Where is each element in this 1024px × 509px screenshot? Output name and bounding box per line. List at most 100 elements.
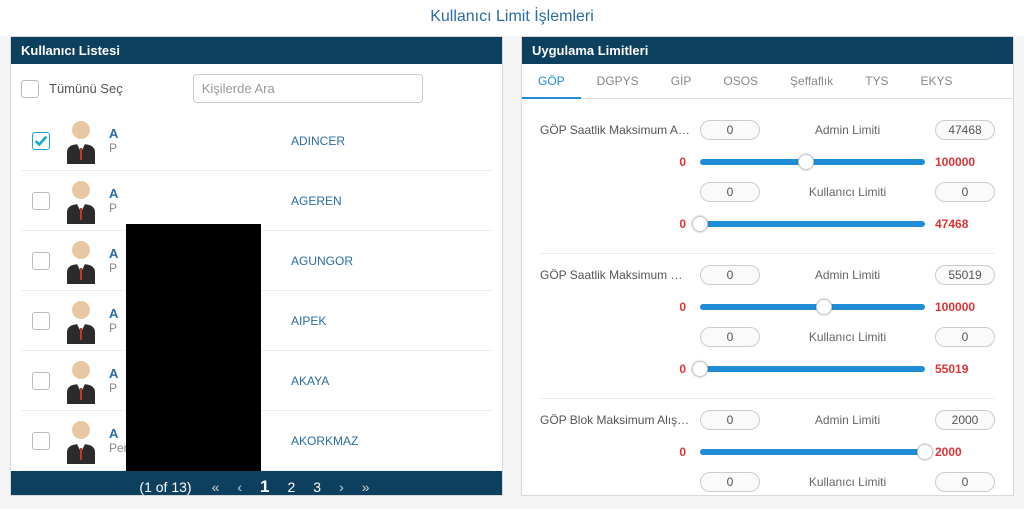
user-list-panel: Kullanıcı Listesi Tümünü Seç APADINCERAP… bbox=[10, 36, 503, 496]
limit-max-box[interactable]: 47468 bbox=[935, 120, 995, 140]
user-checkbox[interactable] bbox=[32, 192, 50, 210]
pager-next-icon[interactable]: › bbox=[335, 479, 348, 495]
limit-title: GÖP Saatlik Maksimum Sat… bbox=[540, 268, 690, 282]
user-name: A bbox=[109, 126, 251, 141]
limits-header: Uygulama Limitleri bbox=[522, 37, 1013, 64]
slider-track bbox=[700, 304, 925, 310]
user-checkbox[interactable] bbox=[32, 312, 50, 330]
user-code: AGUNGOR bbox=[251, 254, 353, 268]
limit-type-label: Kullanıcı Limiti bbox=[803, 330, 893, 344]
slider-thumb[interactable] bbox=[692, 216, 708, 232]
slider-thumb[interactable] bbox=[816, 299, 832, 315]
limit-min-box[interactable]: 0 bbox=[700, 410, 760, 430]
pager-page-1[interactable]: 1 bbox=[256, 477, 273, 496]
slider[interactable] bbox=[700, 217, 925, 231]
limit-min-box[interactable]: 0 bbox=[700, 120, 760, 140]
tab-şeffaflık[interactable]: Şeffaflık bbox=[774, 64, 849, 98]
limit-type-label: Admin Limiti bbox=[803, 123, 893, 137]
limit-type-label: Admin Limiti bbox=[803, 413, 893, 427]
slider[interactable] bbox=[700, 445, 925, 459]
tab-tys[interactable]: TYS bbox=[849, 64, 904, 98]
user-checkbox[interactable] bbox=[32, 252, 50, 270]
limits-body: GÖP Saatlik Maksimum Alış… 0 Admin Limiti 4… bbox=[522, 99, 1013, 495]
avatar-icon bbox=[61, 358, 101, 404]
slider-track bbox=[700, 449, 925, 455]
user-name: A bbox=[109, 186, 251, 201]
user-code: AGEREN bbox=[251, 194, 342, 208]
pager: (1 of 13) « ‹ 1 2 3 › » bbox=[11, 471, 502, 496]
search-wrapper bbox=[193, 74, 423, 103]
slider-thumb[interactable] bbox=[917, 444, 933, 460]
slider-thumb[interactable] bbox=[692, 361, 708, 377]
limits-panel: Uygulama Limitleri GÖPDGPYSGİPOSOSŞeffaf… bbox=[521, 36, 1014, 496]
limit-min-box[interactable]: 0 bbox=[700, 265, 760, 285]
slider[interactable] bbox=[700, 362, 925, 376]
avatar-icon bbox=[61, 298, 101, 344]
slider-max: 2000 bbox=[935, 445, 995, 459]
slider[interactable] bbox=[700, 300, 925, 314]
user-checkbox[interactable] bbox=[32, 132, 50, 150]
user-list: APADINCERAPAGERENAPAGUNGORAPAIPEKAPAKAYA… bbox=[21, 111, 492, 471]
pager-info: (1 of 13) bbox=[139, 479, 191, 495]
user-checkbox[interactable] bbox=[32, 372, 50, 390]
limit-max-box[interactable]: 0 bbox=[935, 327, 995, 347]
select-all-checkbox[interactable] bbox=[21, 80, 39, 98]
user-row: APAGEREN bbox=[21, 171, 492, 231]
user-row: APADINCER bbox=[21, 111, 492, 171]
user-code: ADINCER bbox=[251, 134, 345, 148]
slider-thumb[interactable] bbox=[798, 154, 814, 170]
avatar-icon bbox=[61, 118, 101, 164]
limit-min-box[interactable]: 0 bbox=[700, 327, 760, 347]
limit-max-box[interactable]: 2000 bbox=[935, 410, 995, 430]
redacted-block bbox=[126, 224, 261, 471]
page-title: Kullanıcı Limit İşlemleri bbox=[0, 0, 1024, 36]
pager-last-icon[interactable]: » bbox=[358, 479, 374, 495]
user-code: AKAYA bbox=[251, 374, 329, 388]
slider-track bbox=[700, 366, 925, 372]
user-code: AIPEK bbox=[251, 314, 326, 328]
avatar-icon bbox=[61, 238, 101, 284]
select-all-label: Tümünü Seç bbox=[49, 81, 123, 96]
search-input[interactable] bbox=[193, 74, 423, 103]
slider-min: 0 bbox=[540, 300, 690, 314]
tab-ekys[interactable]: EKYS bbox=[905, 64, 969, 98]
limit-max-box[interactable]: 0 bbox=[935, 472, 995, 492]
limit-type-label: Kullanıcı Limiti bbox=[803, 475, 893, 489]
user-code: AKORKMAZ bbox=[251, 434, 358, 448]
slider-max: 100000 bbox=[935, 155, 995, 169]
slider-max: 47468 bbox=[935, 217, 995, 231]
tab-dgpys[interactable]: DGPYS bbox=[581, 64, 655, 98]
limit-type-label: Admin Limiti bbox=[803, 268, 893, 282]
limit-group: GÖP Blok Maksimum Alış F… 0 Admin Limiti 20… bbox=[540, 399, 995, 495]
pager-page-3[interactable]: 3 bbox=[309, 479, 325, 495]
slider-track bbox=[700, 221, 925, 227]
tab-göp[interactable]: GÖP bbox=[522, 64, 581, 98]
user-role: P bbox=[109, 201, 251, 215]
limit-max-box[interactable]: 55019 bbox=[935, 265, 995, 285]
limit-title: GÖP Saatlik Maksimum Alış… bbox=[540, 123, 690, 137]
avatar-icon bbox=[61, 178, 101, 224]
pager-prev-icon[interactable]: ‹ bbox=[233, 479, 246, 495]
pager-page-2[interactable]: 2 bbox=[284, 479, 300, 495]
limit-min-box[interactable]: 0 bbox=[700, 472, 760, 492]
limit-title: GÖP Blok Maksimum Alış F… bbox=[540, 413, 690, 427]
slider-min: 0 bbox=[540, 155, 690, 169]
user-list-header: Kullanıcı Listesi bbox=[11, 37, 502, 64]
slider-min: 0 bbox=[540, 445, 690, 459]
slider-max: 100000 bbox=[935, 300, 995, 314]
limit-group: GÖP Saatlik Maksimum Sat… 0 Admin Limiti 55… bbox=[540, 254, 995, 399]
limit-min-box[interactable]: 0 bbox=[700, 182, 760, 202]
slider-min: 0 bbox=[540, 217, 690, 231]
tab-gi̇p[interactable]: GİP bbox=[655, 64, 708, 98]
user-role: P bbox=[109, 141, 251, 155]
slider-min: 0 bbox=[540, 362, 690, 376]
limit-type-label: Kullanıcı Limiti bbox=[803, 185, 893, 199]
limit-max-box[interactable]: 0 bbox=[935, 182, 995, 202]
tabs: GÖPDGPYSGİPOSOSŞeffaflıkTYSEKYS bbox=[522, 64, 1013, 99]
limit-group: GÖP Saatlik Maksimum Alış… 0 Admin Limiti 4… bbox=[540, 109, 995, 254]
slider[interactable] bbox=[700, 155, 925, 169]
avatar-icon bbox=[61, 418, 101, 464]
user-checkbox[interactable] bbox=[32, 432, 50, 450]
tab-osos[interactable]: OSOS bbox=[707, 64, 774, 98]
pager-first-icon[interactable]: « bbox=[208, 479, 224, 495]
